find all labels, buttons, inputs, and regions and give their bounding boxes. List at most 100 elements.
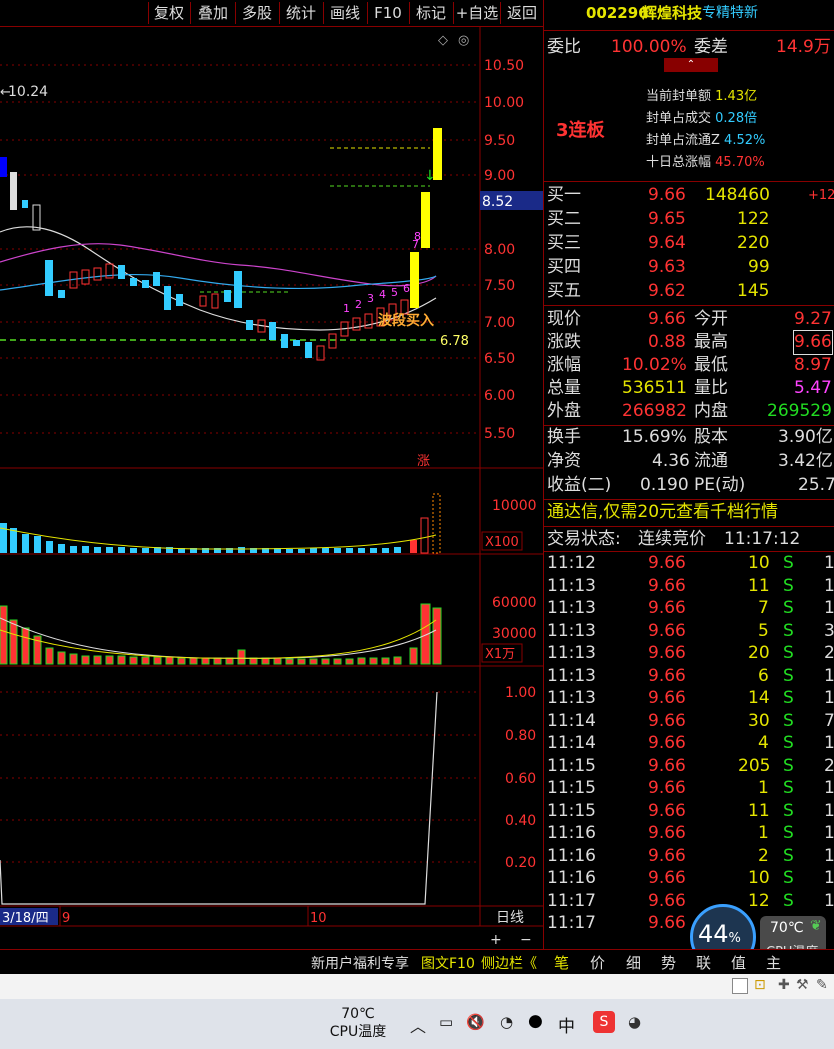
tick-side: S <box>783 800 794 821</box>
ma5-line <box>0 226 437 331</box>
chevron-up-icon[interactable]: ︿ <box>410 1013 426 1037</box>
tick-price: 9.66 <box>648 823 686 843</box>
settings-icon[interactable]: ⚒ <box>796 977 809 993</box>
tick-price: 9.66 <box>648 643 686 663</box>
price-axis-labels: 10.50 10.00 9.50 9.00 8.00 7.50 7.00 6.5… <box>484 58 524 442</box>
tick-side: S <box>783 710 794 731</box>
bid-row: 买五 9.62 145 <box>547 281 770 301</box>
tab-trades[interactable]: 笔 <box>554 952 569 973</box>
toolbar-draw-button[interactable]: 画线 <box>323 2 366 24</box>
tick-time: 11:13 <box>547 620 596 641</box>
amt-tick: 30000 <box>492 626 537 642</box>
tab-link[interactable]: 联 <box>696 952 711 973</box>
seq-number: 8 <box>414 230 421 243</box>
vol-unit: X100 <box>485 535 519 550</box>
lock-icon[interactable]: ⊡ <box>754 977 766 993</box>
collapse-arrow-icon[interactable]: ⌃ <box>664 58 718 72</box>
tick-row: 11:13 9.66 14 S 1 <box>544 687 834 710</box>
fund-row: 换手 15.69% 股本 3.90亿 <box>547 427 833 447</box>
tab-trend[interactable]: 势 <box>661 952 676 973</box>
sogou-icon[interactable]: S <box>593 1011 615 1033</box>
quote-row: 涨幅 10.02% 最低 8.97 <box>547 355 832 375</box>
tick-time: 11:13 <box>547 575 596 596</box>
tick-side: S <box>783 553 794 573</box>
quote-panel: 002296 辉煌科技 专精特新 委比 100.00% 委差 14.9万 ⌃ 3… <box>543 0 834 949</box>
tick-time: 11:16 <box>547 868 596 888</box>
seq-number: 6 <box>403 282 410 295</box>
toolbar-fuquan-button[interactable]: 复权 <box>148 2 189 24</box>
toolbar-stats-button[interactable]: 统计 <box>279 2 322 24</box>
tick-count: 7 <box>824 710 834 731</box>
zoom-out-icon: − <box>520 932 532 948</box>
tick-time: 11:17 <box>547 890 596 911</box>
toolbar-multi-stock-button[interactable]: 多股 <box>235 2 278 24</box>
ind-tick: 0.40 <box>505 813 536 829</box>
pin-icon[interactable]: ✚ <box>778 977 790 993</box>
window-icon[interactable] <box>732 978 748 994</box>
vol-tick: 10000 <box>492 498 537 514</box>
toolbar-overlay-button[interactable]: 叠加 <box>190 2 235 24</box>
settings-icon: ◎ <box>458 33 469 48</box>
bid-row: 买二 9.65 122 <box>547 209 770 229</box>
toolbar-f10-button[interactable]: F10 <box>367 2 408 24</box>
tab-detail[interactable]: 细 <box>626 952 641 973</box>
app-status-bar: ⊡ ✚ ⚒ ✎ <box>0 974 834 999</box>
tick-price: 9.66 <box>648 665 686 686</box>
toolbar-add-watchlist-button[interactable]: +自选 <box>453 2 500 24</box>
tick-time: 11:14 <box>547 710 596 731</box>
ind-tick: 0.20 <box>505 855 536 871</box>
tick-volume: 11 <box>748 575 770 596</box>
seq-number: 5 <box>391 286 398 299</box>
f10-link[interactable]: 图文F10 <box>421 953 475 973</box>
price-tick: 6.50 <box>484 351 515 367</box>
leaf-icon: ❦ <box>810 918 822 934</box>
taskbar-cpu-temp: 70℃ CPU温度 <box>329 1006 387 1040</box>
toolbar-mark-button[interactable]: 标记 <box>409 2 452 24</box>
qq-icon[interactable]: ● <box>528 1011 543 1031</box>
toolbar-back-button[interactable]: 返回 <box>500 2 543 24</box>
sidebar-toggle[interactable]: 侧边栏《 <box>481 953 537 973</box>
os-taskbar: 70℃ CPU温度 ︿ ▭ 🔇 ◔ ● 中 S ◕ <box>0 999 834 1049</box>
tick-row: 11:12 9.66 10 S 1 <box>544 552 834 575</box>
tick-time: 11:13 <box>547 598 596 618</box>
tick-count: 2 <box>824 643 834 663</box>
wifi-icon[interactable]: ◔ <box>500 1013 513 1031</box>
tick-time: 11:13 <box>547 665 596 686</box>
mute-icon[interactable]: 🔇 <box>466 1013 485 1031</box>
bid-row: 买三 9.64 220 <box>547 233 770 253</box>
price-tick: 7.00 <box>484 315 515 331</box>
quote-row: 现价 9.66 今开 9.27 <box>547 309 832 329</box>
ind-tick: 0.80 <box>505 728 536 744</box>
seq-number: 2 <box>355 298 362 311</box>
tick-time: 11:15 <box>547 778 596 798</box>
high-price-label: 10.24 <box>8 84 48 100</box>
tick-price: 9.66 <box>648 598 686 618</box>
ime-indicator[interactable]: 中 <box>558 1012 575 1037</box>
tab-price[interactable]: 价 <box>590 952 605 973</box>
svg-text:↓: ↓ <box>424 168 436 184</box>
tick-row: 11:14 9.66 30 S 7 <box>544 710 834 733</box>
price-tick: 10.00 <box>484 95 524 111</box>
tick-row: 11:14 9.66 4 S 1 <box>544 732 834 755</box>
tick-volume: 20 <box>748 643 770 663</box>
tab-main[interactable]: 主 <box>766 952 781 973</box>
stock-name: 辉煌科技 <box>642 4 703 22</box>
tray-icon[interactable]: ◕ <box>628 1013 641 1031</box>
tick-price: 9.66 <box>648 553 686 573</box>
welfare-link[interactable]: 新用户福利专享 <box>311 953 409 973</box>
battery-icon[interactable]: ▭ <box>439 1013 453 1031</box>
tab-value[interactable]: 值 <box>731 952 746 973</box>
tools-icon[interactable]: ✎ <box>816 977 828 993</box>
tick-price: 9.66 <box>648 868 686 888</box>
price-tick: 8.00 <box>484 242 515 258</box>
tick-price: 9.66 <box>648 575 686 596</box>
kline-chart-area[interactable]: 10.50 10.00 9.50 9.00 8.00 7.50 7.00 6.5… <box>0 27 543 949</box>
tick-price: 9.66 <box>648 845 686 866</box>
price-gridlines <box>0 64 480 863</box>
tick-row: 11:15 9.66 1 S 1 <box>544 777 834 800</box>
tick-count: 1 <box>824 733 834 753</box>
kline-chart-svg: 10.50 10.00 9.50 9.00 8.00 7.50 7.00 6.5… <box>0 27 543 948</box>
promo-banner[interactable]: 通达信,仅需20元查看千档行情 <box>547 501 834 524</box>
tick-side: S <box>783 620 794 641</box>
tick-time: 11:16 <box>547 845 596 866</box>
